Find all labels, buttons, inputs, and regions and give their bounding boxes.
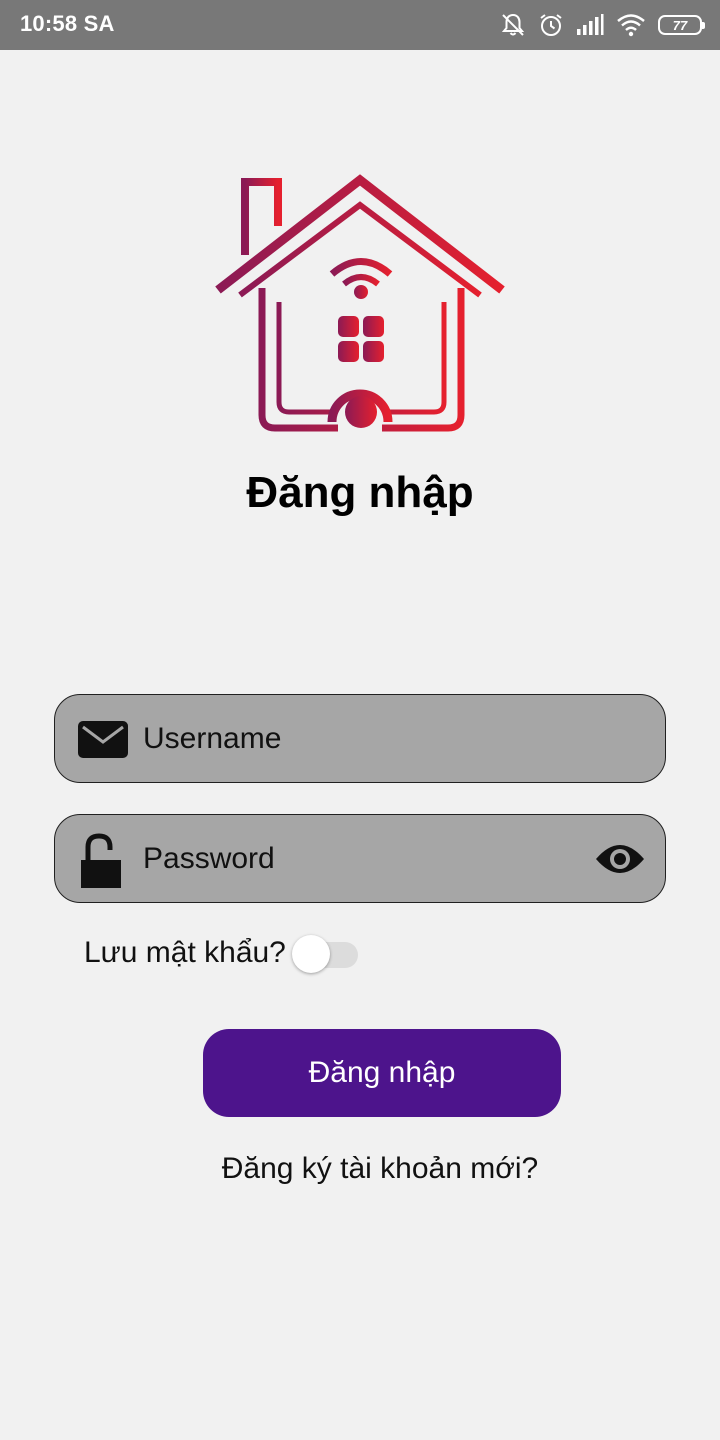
alarm-icon: [538, 12, 564, 38]
page-title: Đăng nhập: [246, 468, 474, 517]
remember-password-row: Lưu mật khẩu?: [84, 930, 358, 976]
bell-off-icon: [500, 12, 526, 38]
status-bar: 10:58 SA 77: [0, 0, 720, 50]
password-input[interactable]: [143, 837, 573, 881]
battery-level: 77: [672, 17, 688, 33]
status-icons: 77: [500, 10, 705, 40]
status-time: 10:58 SA: [20, 11, 115, 36]
wifi-icon: [616, 13, 646, 37]
eye-icon[interactable]: [595, 841, 645, 877]
signal-icon: [576, 14, 604, 36]
mail-icon: [77, 713, 129, 765]
toggle-thumb: [291, 935, 330, 973]
remember-password-toggle[interactable]: [291, 933, 358, 973]
smart-home-logo: [210, 170, 510, 440]
login-button[interactable]: Đăng nhập: [203, 1029, 561, 1117]
remember-password-label: Lưu mật khẩu?: [84, 936, 286, 969]
username-field[interactable]: [54, 694, 666, 783]
battery-icon: 77: [658, 15, 705, 35]
password-field[interactable]: [54, 814, 666, 903]
register-link[interactable]: Đăng ký tài khoản mới?: [0, 1152, 720, 1186]
username-input[interactable]: [143, 717, 573, 761]
unlock-icon: [77, 833, 129, 888]
